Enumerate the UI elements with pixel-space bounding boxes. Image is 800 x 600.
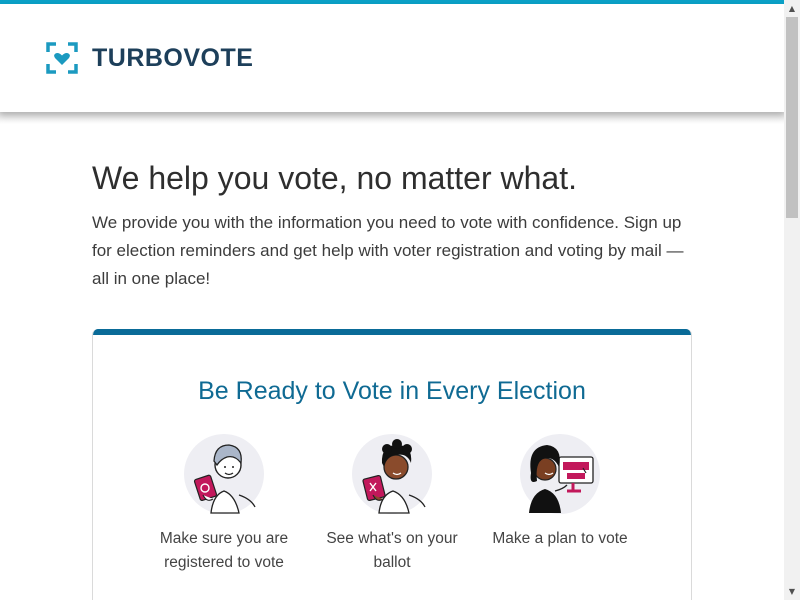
turbovote-logo-icon	[46, 42, 78, 74]
feature-label: Make sure you are registered to vote	[159, 530, 289, 571]
feature-label: Make a plan to vote	[492, 530, 628, 547]
vertical-scrollbar[interactable]: ▲ ▼	[784, 0, 800, 600]
features-card: Be Ready to Vote in Every Election Make …	[92, 329, 692, 600]
scrollbar-thumb[interactable]	[786, 17, 798, 218]
feature-registration: Make sure you are registered to vote	[149, 433, 299, 575]
person-holding-registration-card-icon	[184, 434, 264, 514]
turbovote-home-link[interactable]: TURBOVOTE	[46, 42, 253, 74]
card-title: Be Ready to Vote in Every Election	[198, 377, 586, 405]
feature-plan: Make a plan to vote	[485, 433, 635, 551]
scroll-down-arrow-icon[interactable]: ▼	[784, 583, 800, 600]
site-header: TURBOVOTE	[0, 4, 784, 112]
person-at-computer-icon	[520, 434, 600, 514]
brand-name: TURBOVOTE	[92, 43, 254, 72]
header-shadow	[0, 112, 784, 124]
page-heading: We help you vote, no matter what.	[92, 160, 577, 196]
card-top-bar	[93, 329, 691, 335]
person-holding-ballot-icon	[352, 434, 432, 514]
intro-text: We provide you with the information you …	[92, 213, 684, 288]
feature-label: See what's on your ballot	[326, 530, 458, 571]
page-viewport: TURBOVOTE We help you vote, no matter wh…	[0, 0, 784, 600]
scroll-up-arrow-icon[interactable]: ▲	[784, 0, 800, 17]
feature-ballot: See what's on your ballot	[317, 433, 467, 575]
